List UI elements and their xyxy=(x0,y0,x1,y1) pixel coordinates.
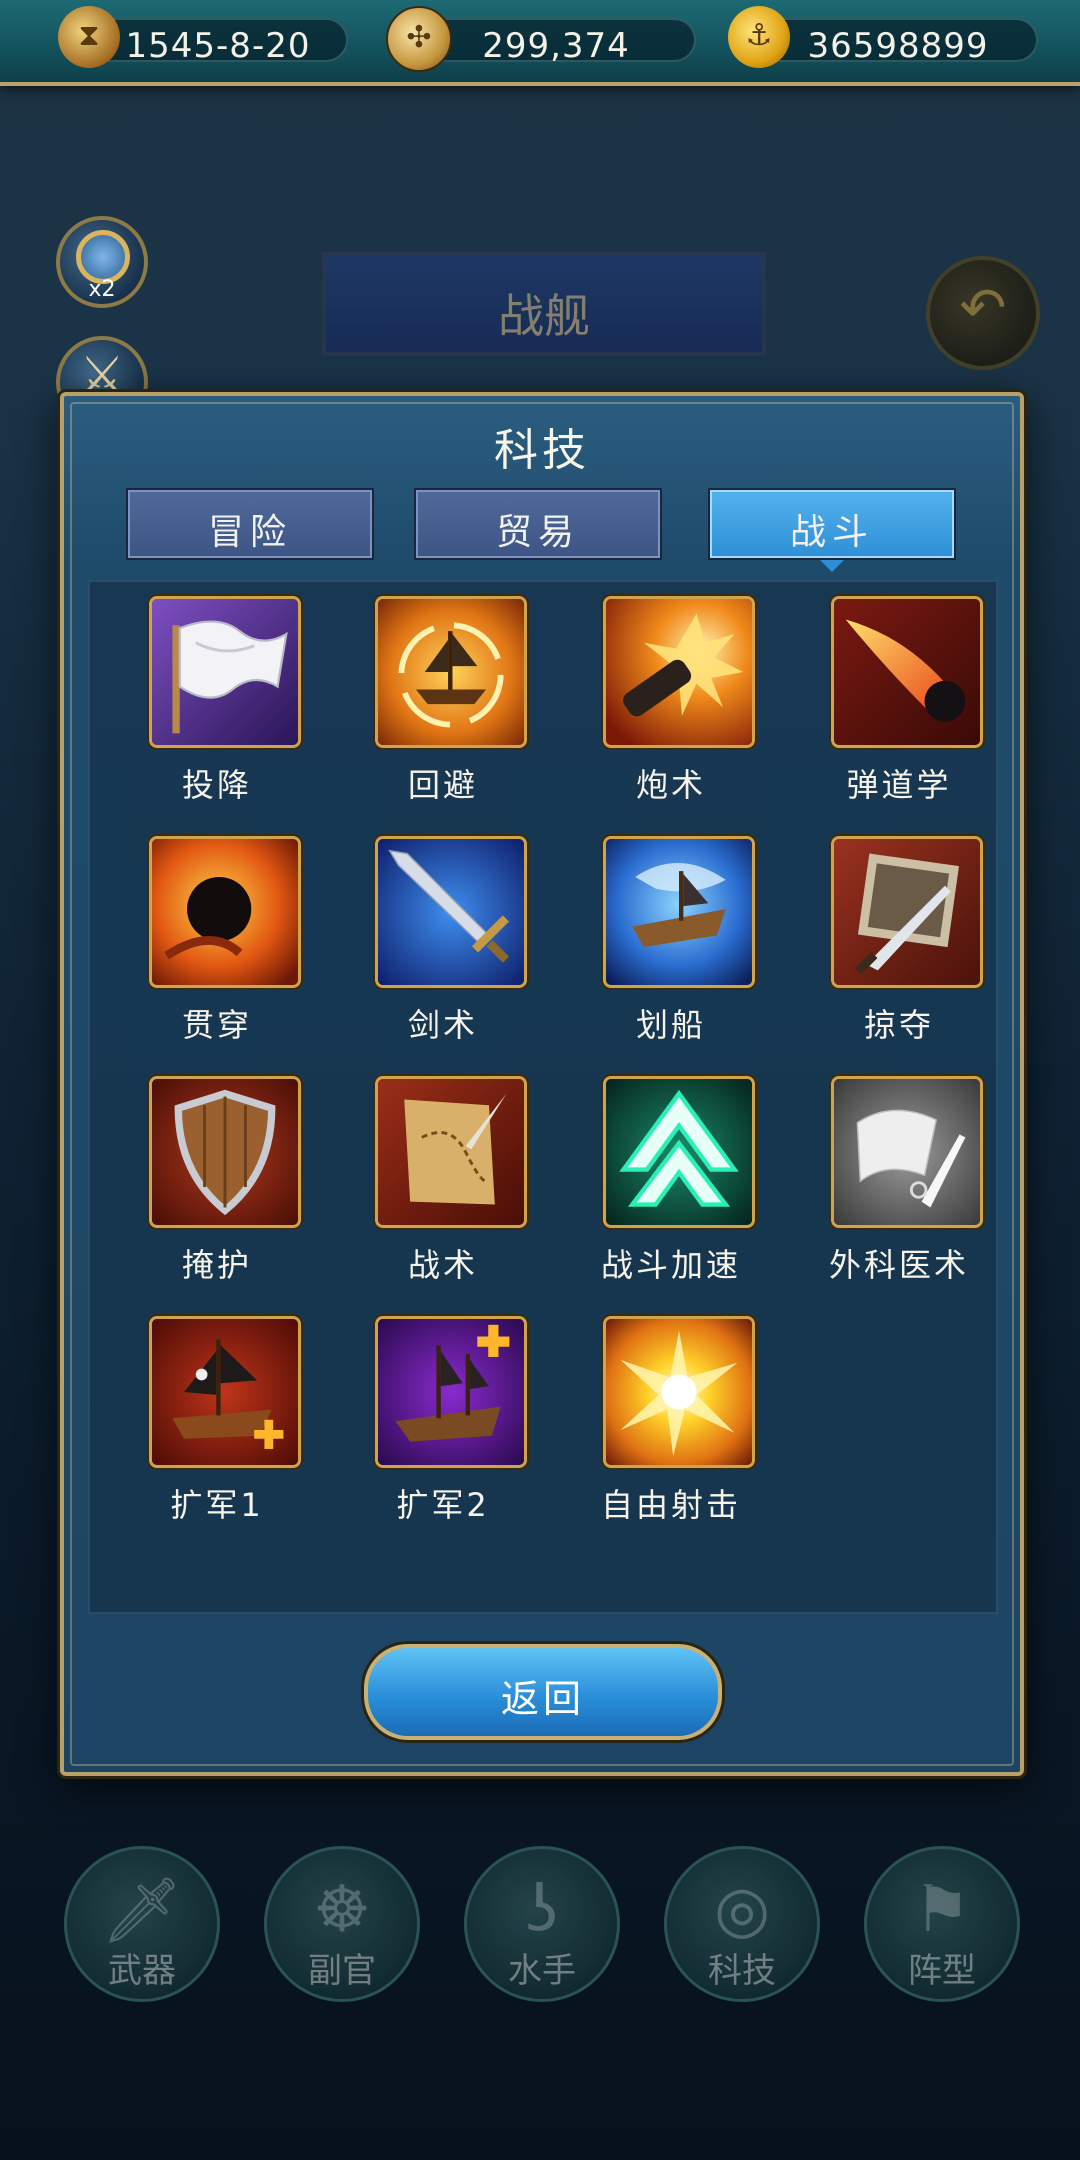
return-button-label: 返回 xyxy=(500,1677,585,1721)
return-button[interactable]: 返回 xyxy=(364,1644,722,1740)
skill-combat-speed[interactable]: 战斗加速 xyxy=(586,1076,756,1316)
plunder-dagger-icon xyxy=(831,836,983,988)
ship-title: 战舰 xyxy=(498,289,590,343)
shield-icon xyxy=(149,1076,301,1228)
date-value: 1545-8-20 xyxy=(125,26,311,66)
boost-multiplier: x2 xyxy=(88,277,116,302)
skill-label: 划船 xyxy=(635,1006,706,1044)
white-flag-icon xyxy=(149,596,301,748)
back-arrow-icon: ↶ xyxy=(959,276,1007,341)
skill-plunder[interactable]: 掠夺 xyxy=(814,836,984,1076)
skill-label: 投降 xyxy=(181,766,252,804)
nav-label: 阵型 xyxy=(908,1951,976,1991)
skill-grid: 投降 回避 炮术 弹道学 贯穿 剑术 划船 掠夺 掩护 战术 战斗加速 外科医术… xyxy=(88,580,998,1614)
skill-label: 扩军1 xyxy=(170,1486,264,1524)
tab-label: 战斗 xyxy=(789,512,874,553)
skill-ballistics[interactable]: 弹道学 xyxy=(814,596,984,836)
date-pill: 1545-8-20 xyxy=(88,18,348,66)
nav-label: 水手 xyxy=(508,1951,576,1991)
speed-up-arrows-icon xyxy=(603,1076,755,1228)
starburst-icon xyxy=(603,1316,755,1468)
tab-adventure[interactable]: 冒险 xyxy=(126,488,374,560)
piercing-shot-icon xyxy=(149,836,301,988)
skill-label: 扩军2 xyxy=(396,1486,490,1524)
pirate-ship-plus-icon xyxy=(149,1316,301,1468)
skill-label: 战斗加速 xyxy=(600,1246,741,1284)
resource-bar: 1545-8-20 ⧗ 299,374 ✣ 36598899 ⚓ xyxy=(0,0,1080,86)
skill-label: 自由射击 xyxy=(600,1486,741,1524)
skill-free-fire[interactable]: 自由射击 xyxy=(586,1316,756,1556)
skill-expand-army-1[interactable]: 扩军1 xyxy=(132,1316,302,1556)
hook-icon: ʖ xyxy=(525,1873,559,1947)
skill-label: 弹道学 xyxy=(846,766,952,804)
tab-trade[interactable]: 贸易 xyxy=(414,488,662,560)
magnifier-icon xyxy=(76,230,130,284)
skill-label: 掩护 xyxy=(181,1246,252,1284)
gold-anchor-coin-icon: ⚓ xyxy=(728,6,790,68)
compass-icon: ✣ xyxy=(386,6,452,72)
skill-pierce[interactable]: 贯穿 xyxy=(132,836,302,1076)
skill-label: 回避 xyxy=(407,766,478,804)
nav-officers[interactable]: ☸ 副官 xyxy=(264,1846,420,2002)
back-button[interactable]: ↶ xyxy=(926,256,1040,370)
tab-combat[interactable]: 战斗 xyxy=(708,488,956,572)
fireball-icon xyxy=(831,596,983,748)
compass-resource: 299,374 ✣ xyxy=(386,6,696,72)
magnifier-boost-button[interactable]: x2 xyxy=(56,216,148,308)
skill-tactics[interactable]: 战术 xyxy=(358,1076,528,1316)
skill-surrender[interactable]: 投降 xyxy=(132,596,302,836)
nav-label: 武器 xyxy=(108,1951,176,1991)
hourglass-icon: ⧗ xyxy=(58,6,120,68)
sword-icon: 🗡 xyxy=(101,1874,183,1948)
nav-sailors[interactable]: ʖ 水手 xyxy=(464,1846,620,2002)
tab-label: 冒险 xyxy=(207,512,292,553)
flag-icon: ⚑ xyxy=(913,1873,971,1947)
sword-icon xyxy=(375,836,527,988)
skill-rowing[interactable]: 划船 xyxy=(586,836,756,1076)
skill-surgery[interactable]: 外科医术 xyxy=(814,1076,984,1316)
compass-icon: ◎ xyxy=(714,1873,770,1947)
tab-label: 贸易 xyxy=(495,512,580,553)
date-display: 1545-8-20 ⧗ xyxy=(58,6,348,68)
compass-value: 299,374 xyxy=(482,26,630,66)
skill-label: 剑术 xyxy=(407,1006,478,1044)
skill-evade[interactable]: 回避 xyxy=(358,596,528,836)
nav-technology[interactable]: ◎ 科技 xyxy=(664,1846,820,2002)
skill-label: 外科医术 xyxy=(828,1246,969,1284)
skill-label: 战术 xyxy=(407,1246,478,1284)
ship-title-banner: 战舰 xyxy=(322,252,766,356)
skill-gunnery[interactable]: 炮术 xyxy=(586,596,756,836)
panel-title: 科技 xyxy=(494,425,590,476)
rowboat-icon xyxy=(603,836,755,988)
skill-label: 贯穿 xyxy=(181,1006,252,1044)
cannon-fire-icon xyxy=(603,596,755,748)
skill-cover[interactable]: 掩护 xyxy=(132,1076,302,1316)
surgery-scalpel-icon xyxy=(831,1076,983,1228)
skill-swordsmanship[interactable]: 剑术 xyxy=(358,836,528,1076)
nav-label: 科技 xyxy=(708,1951,776,1991)
skill-label: 炮术 xyxy=(635,766,706,804)
gold-resource: 36598899 ⚓ xyxy=(728,6,1038,68)
gold-value: 36598899 xyxy=(807,26,989,66)
skill-label: 掠夺 xyxy=(863,1006,934,1044)
tactics-map-icon xyxy=(375,1076,527,1228)
technology-panel: 科技 冒险 贸易 战斗 投降 回避 炮术 弹道学 贯穿 剑术 划船 掠夺 掩护 … xyxy=(60,392,1024,1776)
skill-expand-army-2[interactable]: 扩军2 xyxy=(358,1316,528,1556)
ship-wheel-icon: ☸ xyxy=(313,1873,371,1947)
ship-evade-icon xyxy=(375,596,527,748)
nav-formation[interactable]: ⚑ 阵型 xyxy=(864,1846,1020,2002)
nav-weapons[interactable]: 🗡 武器 xyxy=(64,1846,220,2002)
pirate-ship-plus-icon xyxy=(375,1316,527,1468)
nav-label: 副官 xyxy=(308,1951,376,1991)
